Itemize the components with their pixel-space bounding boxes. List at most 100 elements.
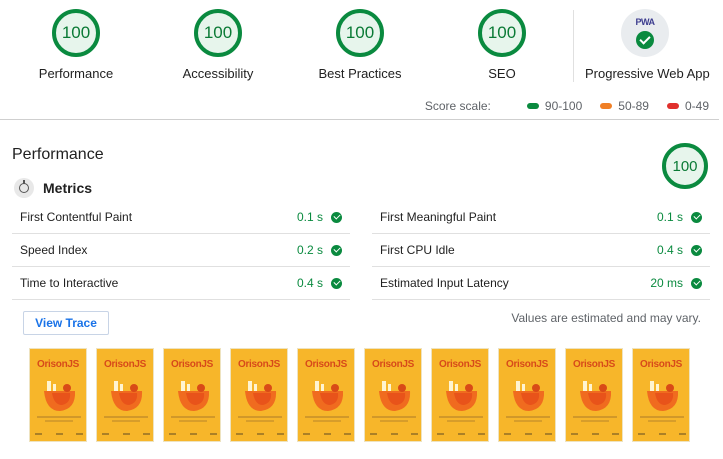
frame-nav-item xyxy=(303,433,310,435)
frame-illustration-icon xyxy=(580,381,612,411)
filmstrip-frame: OrisonJS xyxy=(632,348,690,442)
metric-name: First Meaningful Paint xyxy=(380,210,497,224)
frame-illustration-icon xyxy=(44,381,76,411)
frame-nav xyxy=(236,433,284,435)
frame-nav-item xyxy=(55,433,63,435)
metric-value: 0.4 s xyxy=(656,243,683,257)
best-practices-score: 100 xyxy=(336,9,384,57)
accessibility-score: 100 xyxy=(194,9,242,57)
frame-caption-line xyxy=(179,420,207,422)
frame-nav-item xyxy=(35,433,42,435)
metric-name: Estimated Input Latency xyxy=(380,276,509,290)
filmstrip-frame: OrisonJS xyxy=(29,348,87,442)
pass-dot-icon xyxy=(526,103,539,109)
frame-illustration-icon xyxy=(245,381,277,411)
frame-illustration-icon xyxy=(379,381,411,411)
scale-label: 50-89 xyxy=(618,99,649,113)
pass-check-icon xyxy=(331,211,342,223)
pwa-label: Progressive Web App xyxy=(585,66,710,81)
pwa-badge-icon: PWA xyxy=(621,9,669,57)
seo-label: SEO xyxy=(488,66,516,81)
metric-row-first-cpu-idle: First CPU Idle 0.4 s xyxy=(372,234,710,267)
pass-check-icon xyxy=(691,277,702,289)
frame-nav-item xyxy=(658,433,666,435)
frame-caption-line xyxy=(380,420,408,422)
frame-illustration-icon xyxy=(647,381,679,411)
frame-nav xyxy=(504,433,552,435)
frame-caption-line xyxy=(45,420,73,422)
frame-title: OrisonJS xyxy=(36,359,80,370)
frame-nav-item xyxy=(122,433,130,435)
frame-nav-item xyxy=(210,433,217,435)
frame-nav-item xyxy=(102,433,109,435)
frame-nav xyxy=(370,433,418,435)
frame-caption-line xyxy=(238,416,282,418)
filmstrip-frame: OrisonJS xyxy=(498,348,556,442)
frame-illustration-icon xyxy=(111,381,143,411)
scale-item-fail: 0-49 xyxy=(666,99,709,113)
filmstrip-frame: OrisonJS xyxy=(230,348,288,442)
filmstrip-frame: OrisonJS xyxy=(297,348,355,442)
frame-caption-line xyxy=(305,416,349,418)
metric-name: Time to Interactive xyxy=(20,276,119,290)
frame-caption-line xyxy=(246,420,274,422)
metric-name: Speed Index xyxy=(20,243,88,257)
frame-nav xyxy=(169,433,217,435)
gauge-performance[interactable]: 100 Performance xyxy=(16,9,136,81)
gauge-divider xyxy=(573,10,574,82)
check-icon xyxy=(636,31,654,49)
metric-row-input-latency: Estimated Input Latency 20 ms xyxy=(372,267,710,300)
frame-nav-item xyxy=(504,433,511,435)
stopwatch-icon xyxy=(14,178,34,198)
frame-title: OrisonJS xyxy=(505,359,549,370)
category-gauges: 100 Performance 100 Accessibility 100 Be… xyxy=(0,0,723,92)
frame-title: OrisonJS xyxy=(438,359,482,370)
frame-caption-line xyxy=(640,416,684,418)
frame-nav xyxy=(35,433,83,435)
fail-dot-icon xyxy=(666,103,679,109)
frame-nav-item xyxy=(390,433,398,435)
metric-value: 0.2 s xyxy=(296,243,323,257)
frame-title: OrisonJS xyxy=(572,359,616,370)
frame-caption-line xyxy=(104,416,148,418)
performance-score: 100 xyxy=(52,9,100,57)
frame-nav-item xyxy=(76,433,83,435)
frame-title: OrisonJS xyxy=(170,359,214,370)
filmstrip: OrisonJS OrisonJS OrisonJS OrisonJS OrisonJS… xyxy=(29,348,699,442)
gauge-pwa[interactable]: PWA Progressive Web App xyxy=(585,9,710,81)
metric-row-fmp: First Meaningful Paint 0.1 s xyxy=(372,201,710,234)
frame-illustration-icon xyxy=(178,381,210,411)
frame-nav-item xyxy=(370,433,377,435)
frame-nav-item xyxy=(437,433,444,435)
gauge-seo[interactable]: 100 SEO xyxy=(442,9,562,81)
frame-caption-line xyxy=(447,420,475,422)
frame-nav xyxy=(571,433,619,435)
metric-value: 0.4 s xyxy=(296,276,323,290)
frame-nav-item xyxy=(344,433,351,435)
pass-check-icon xyxy=(691,244,702,256)
gauge-best-practices[interactable]: 100 Best Practices xyxy=(300,9,420,81)
gauge-accessibility[interactable]: 100 Accessibility xyxy=(158,9,278,81)
filmstrip-frame: OrisonJS xyxy=(96,348,154,442)
frame-caption-line xyxy=(439,416,483,418)
frame-nav xyxy=(638,433,686,435)
frame-nav-item xyxy=(524,433,532,435)
score-scale-title: Score scale: xyxy=(424,99,491,113)
frame-nav-item xyxy=(571,433,578,435)
scale-label: 0-49 xyxy=(684,99,709,113)
accessibility-label: Accessibility xyxy=(182,66,254,81)
pass-check-icon xyxy=(691,211,702,223)
view-trace-button[interactable]: View Trace xyxy=(23,311,109,335)
metric-value: 0.1 s xyxy=(296,210,323,224)
frame-nav-item xyxy=(591,433,599,435)
frame-caption-line xyxy=(37,416,81,418)
frame-nav-item xyxy=(545,433,552,435)
metrics-header: Metrics xyxy=(14,178,92,198)
filmstrip-frame: OrisonJS xyxy=(431,348,489,442)
best-practices-label: Best Practices xyxy=(318,66,402,81)
frame-nav-item xyxy=(189,433,197,435)
metric-name: First Contentful Paint xyxy=(20,210,133,224)
section-title: Performance xyxy=(12,146,104,163)
frame-nav xyxy=(303,433,351,435)
frame-nav-item xyxy=(638,433,645,435)
